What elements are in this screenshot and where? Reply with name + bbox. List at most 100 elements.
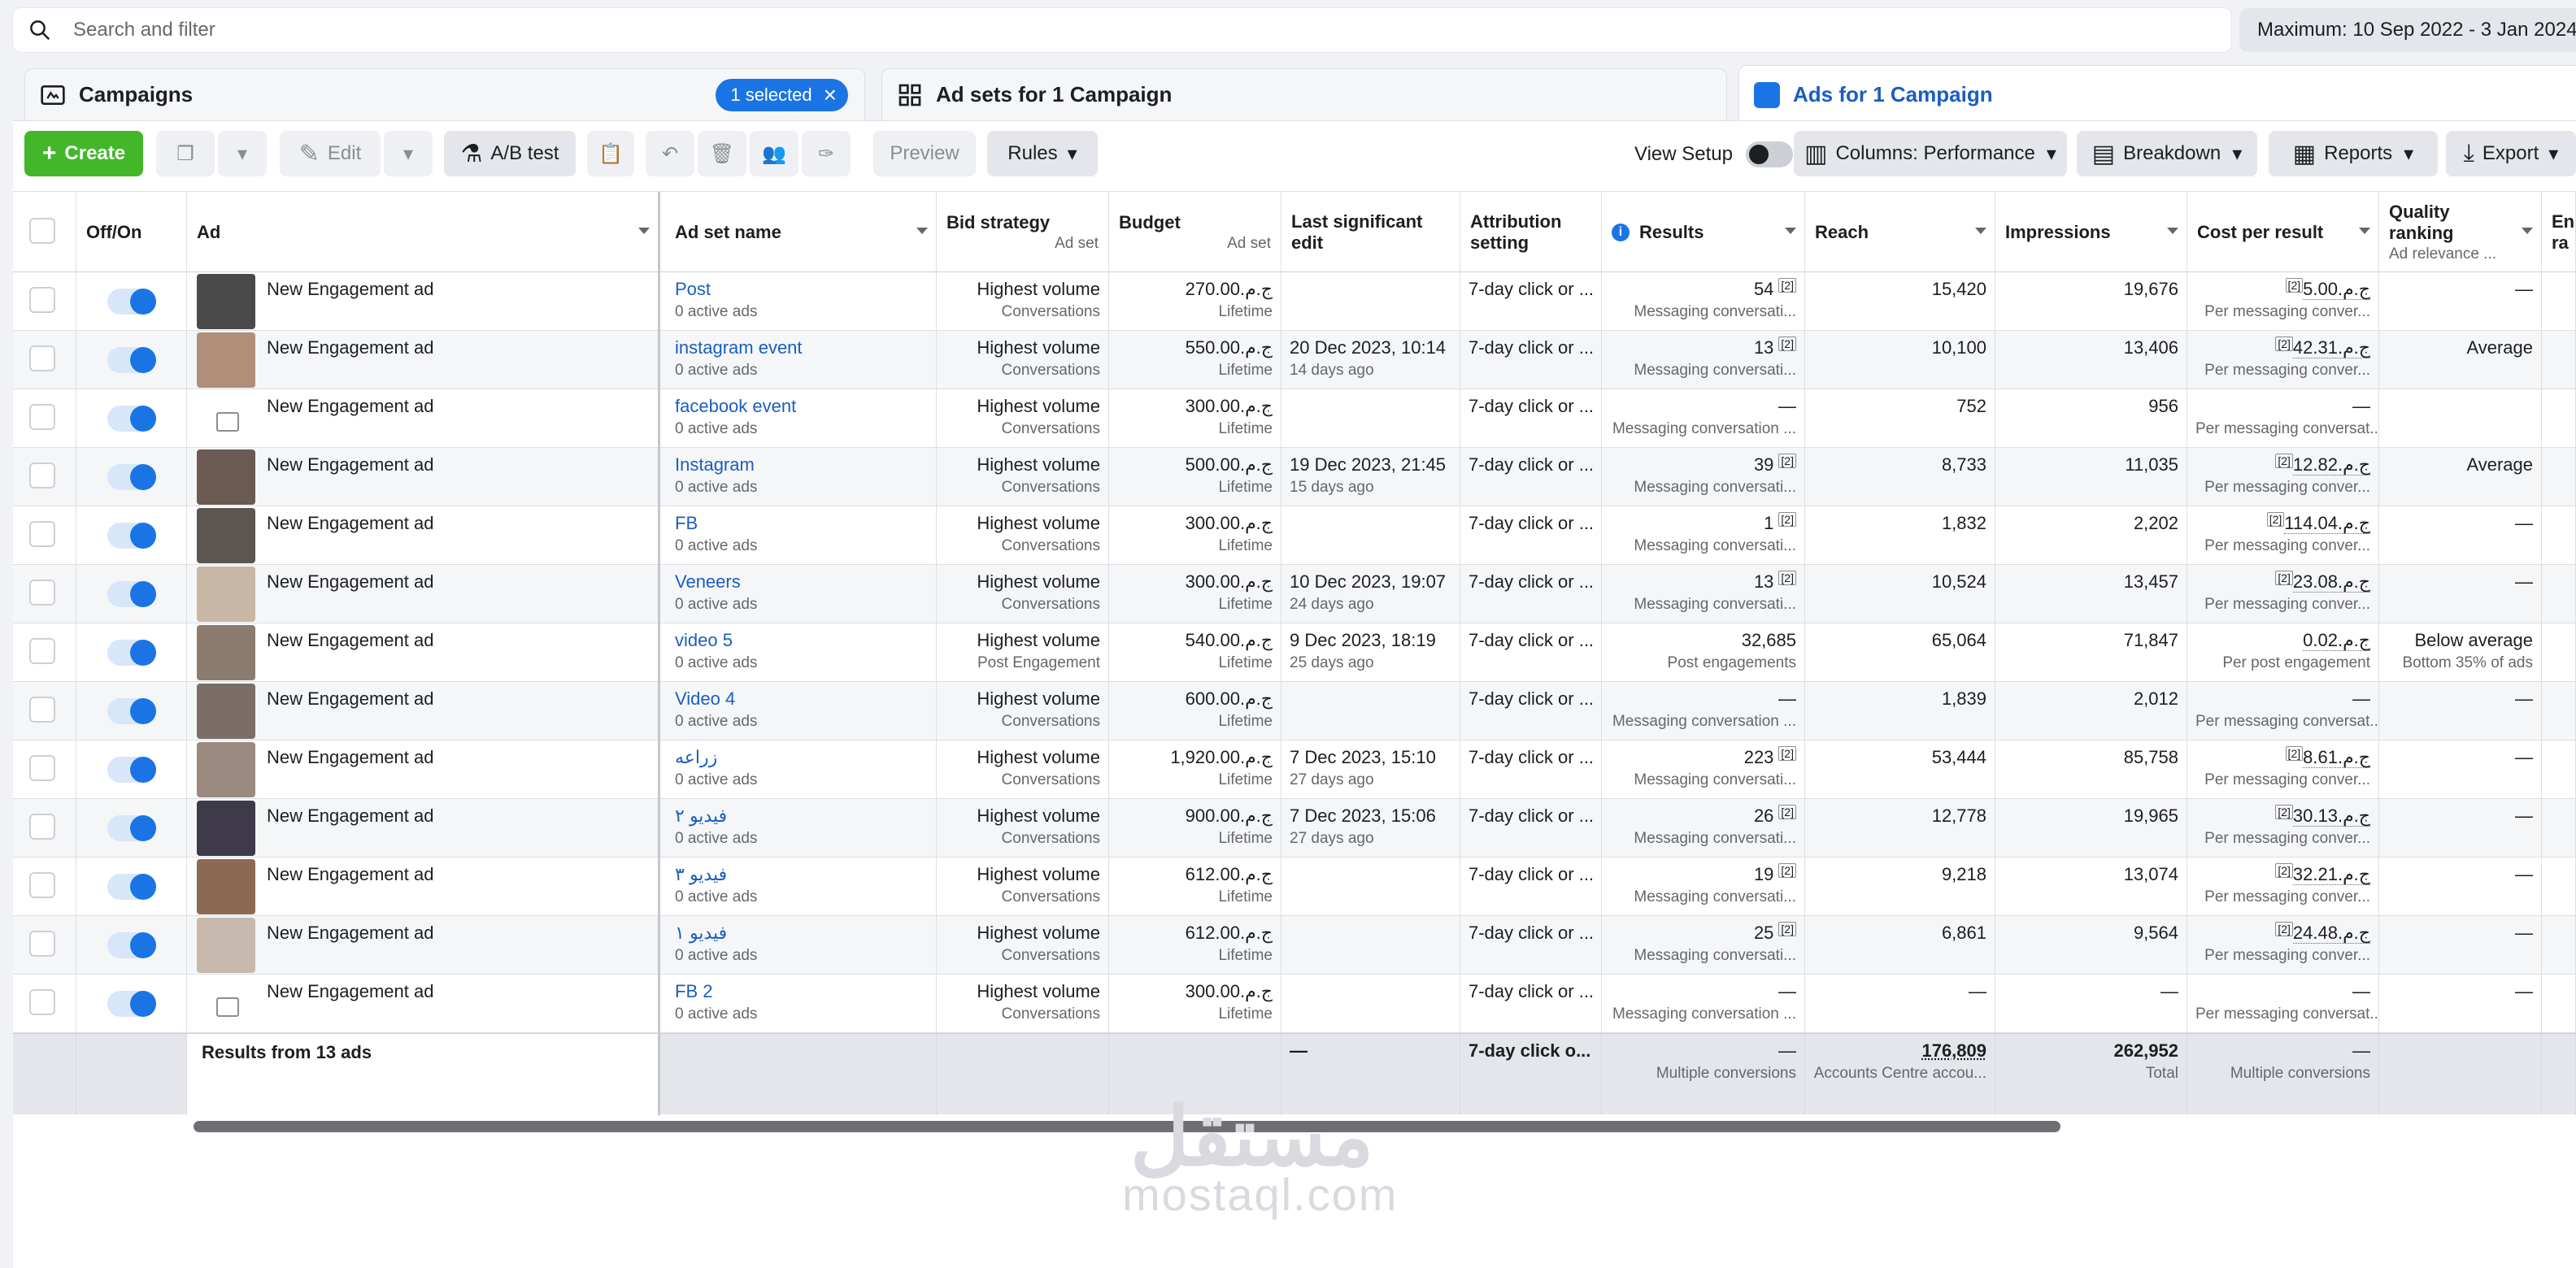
row-checkbox[interactable] — [29, 872, 55, 898]
sort-caret-icon[interactable] — [2167, 228, 2178, 234]
create-button[interactable]: + Create — [24, 131, 143, 176]
sort-caret-icon[interactable] — [1975, 228, 1986, 234]
sort-caret-icon[interactable] — [2522, 228, 2533, 234]
selected-pill[interactable]: 1 selected × — [716, 79, 848, 111]
ad-toggle[interactable] — [107, 932, 156, 958]
ad-toggle[interactable] — [107, 874, 156, 900]
ad-toggle[interactable] — [107, 757, 156, 783]
ad-toggle[interactable] — [107, 991, 156, 1017]
row-checkbox[interactable] — [29, 755, 55, 781]
breakdown-button[interactable]: ▤ Breakdown ▾ — [2077, 131, 2257, 176]
ad-toggle[interactable] — [107, 815, 156, 841]
row-checkbox[interactable] — [29, 521, 55, 547]
adset-name-link[interactable]: Veneers — [675, 571, 928, 593]
row-checkbox[interactable] — [29, 404, 55, 430]
columns-button[interactable]: ▥ Columns: Performance ▾ — [1794, 131, 2067, 176]
header-adset[interactable]: Ad set name — [660, 192, 937, 273]
view-setup-toggle[interactable]: View Setup — [1634, 132, 1793, 176]
row-checkbox[interactable] — [29, 345, 55, 371]
search-bar[interactable]: Search and filter — [13, 8, 2231, 52]
tab-adsets[interactable]: Ad sets for 1 Campaign — [881, 68, 1727, 120]
adset-name-link[interactable]: facebook event — [675, 396, 928, 417]
adset-name-link[interactable]: زراعه — [675, 747, 928, 768]
adset-name-link[interactable]: instagram event — [675, 337, 928, 358]
row-checkbox[interactable] — [29, 638, 55, 664]
ad-toggle[interactable] — [107, 523, 156, 549]
header-quality[interactable]: Quality ranking Ad relevance ... — [2379, 192, 2542, 273]
row-checkbox[interactable] — [29, 580, 55, 606]
ad-name[interactable]: New Engagement ad — [267, 747, 433, 768]
header-lastedit[interactable]: Last significant edit — [1281, 192, 1460, 273]
delete-button[interactable]: 🗑 — [698, 131, 746, 176]
search-input[interactable]: Search and filter — [73, 19, 215, 41]
export-button[interactable]: ⤓ Export ▾ — [2446, 131, 2576, 176]
header-engagement-rate[interactable]: En ra — [2542, 192, 2576, 273]
adset-name-link[interactable]: Post — [675, 279, 928, 300]
adset-name-link[interactable]: FB — [675, 513, 928, 534]
select-all-checkbox[interactable] — [29, 218, 55, 244]
adset-name-link[interactable]: Video 4 — [675, 688, 928, 710]
adset-name-link[interactable]: video 5 — [675, 630, 928, 651]
sort-caret-icon[interactable] — [2359, 228, 2370, 234]
ad-name[interactable]: New Engagement ad — [267, 513, 433, 534]
adset-name-link[interactable]: فيديو ١ — [675, 923, 928, 944]
ad-toggle[interactable] — [107, 464, 156, 490]
header-select-all[interactable] — [13, 192, 76, 273]
header-ad[interactable]: Ad — [187, 192, 660, 273]
date-range-picker[interactable]: Maximum: 10 Sep 2022 - 3 Jan 2024 — [2239, 8, 2576, 52]
ad-name[interactable]: New Engagement ad — [267, 630, 433, 651]
row-checkbox[interactable] — [29, 462, 55, 489]
info-icon[interactable]: i — [1612, 224, 1630, 241]
ad-name[interactable]: New Engagement ad — [267, 454, 433, 476]
header-cpr[interactable]: Cost per result — [2187, 192, 2379, 273]
sort-caret-icon[interactable] — [1785, 228, 1796, 234]
header-impressions[interactable]: Impressions — [1995, 192, 2187, 273]
reports-button[interactable]: ▦ Reports ▾ — [2269, 131, 2438, 176]
row-checkbox[interactable] — [29, 989, 55, 1015]
row-checkbox[interactable] — [29, 814, 55, 840]
ad-name[interactable]: New Engagement ad — [267, 923, 433, 944]
ad-toggle[interactable] — [107, 289, 156, 315]
row-checkbox[interactable] — [29, 931, 55, 957]
rules-button[interactable]: Rules ▾ — [987, 131, 1098, 176]
preview-button[interactable]: Preview — [873, 131, 976, 176]
tab-ads[interactable]: Ads for 1 Campaign — [1738, 65, 2576, 124]
header-attribution[interactable]: Attribution setting — [1460, 192, 1602, 273]
edit-dropdown[interactable]: ▾ — [384, 131, 433, 176]
header-reach[interactable]: Reach — [1805, 192, 1995, 273]
sort-caret-icon[interactable] — [916, 228, 928, 234]
tag-button[interactable]: ✑ — [802, 131, 851, 176]
ad-toggle[interactable] — [107, 698, 156, 724]
adset-name-link[interactable]: FB 2 — [675, 981, 928, 1002]
ad-name[interactable]: New Engagement ad — [267, 571, 433, 593]
clipboard-button[interactable]: 📋 — [587, 131, 634, 176]
ad-toggle[interactable] — [107, 406, 156, 432]
audience-button[interactable]: 👥 — [750, 131, 798, 176]
ad-name[interactable]: New Engagement ad — [267, 396, 433, 417]
header-bid[interactable]: Bid strategy Ad set — [937, 192, 1109, 273]
header-offon[interactable]: Off/On — [76, 192, 187, 273]
tab-campaigns[interactable]: Campaigns 1 selected × — [24, 68, 865, 120]
row-checkbox[interactable] — [29, 287, 55, 313]
header-budget[interactable]: Budget Ad set — [1109, 192, 1281, 273]
ad-toggle[interactable] — [107, 640, 156, 666]
header-results[interactable]: i Results — [1602, 192, 1805, 273]
close-icon[interactable]: × — [824, 84, 837, 106]
ad-name[interactable]: New Engagement ad — [267, 806, 433, 827]
row-checkbox[interactable] — [29, 697, 55, 723]
adset-name-link[interactable]: فيديو ٣ — [675, 864, 928, 885]
adset-name-link[interactable]: Instagram — [675, 454, 928, 476]
ad-name[interactable]: New Engagement ad — [267, 981, 433, 1002]
duplicate-button[interactable]: ❐ — [156, 131, 215, 176]
view-setup-switch[interactable] — [1745, 141, 1793, 167]
ad-name[interactable]: New Engagement ad — [267, 337, 433, 358]
ab-test-button[interactable]: ⚗ A/B test — [444, 131, 576, 176]
ad-toggle[interactable] — [107, 347, 156, 373]
ad-name[interactable]: New Engagement ad — [267, 864, 433, 885]
ad-toggle[interactable] — [107, 581, 156, 607]
duplicate-dropdown[interactable]: ▾ — [218, 131, 267, 176]
ad-name[interactable]: New Engagement ad — [267, 279, 433, 300]
edit-button[interactable]: ✎ Edit — [280, 131, 381, 176]
adset-name-link[interactable]: فيديو ٢ — [675, 806, 928, 827]
undo-button[interactable]: ↶ — [646, 131, 694, 176]
